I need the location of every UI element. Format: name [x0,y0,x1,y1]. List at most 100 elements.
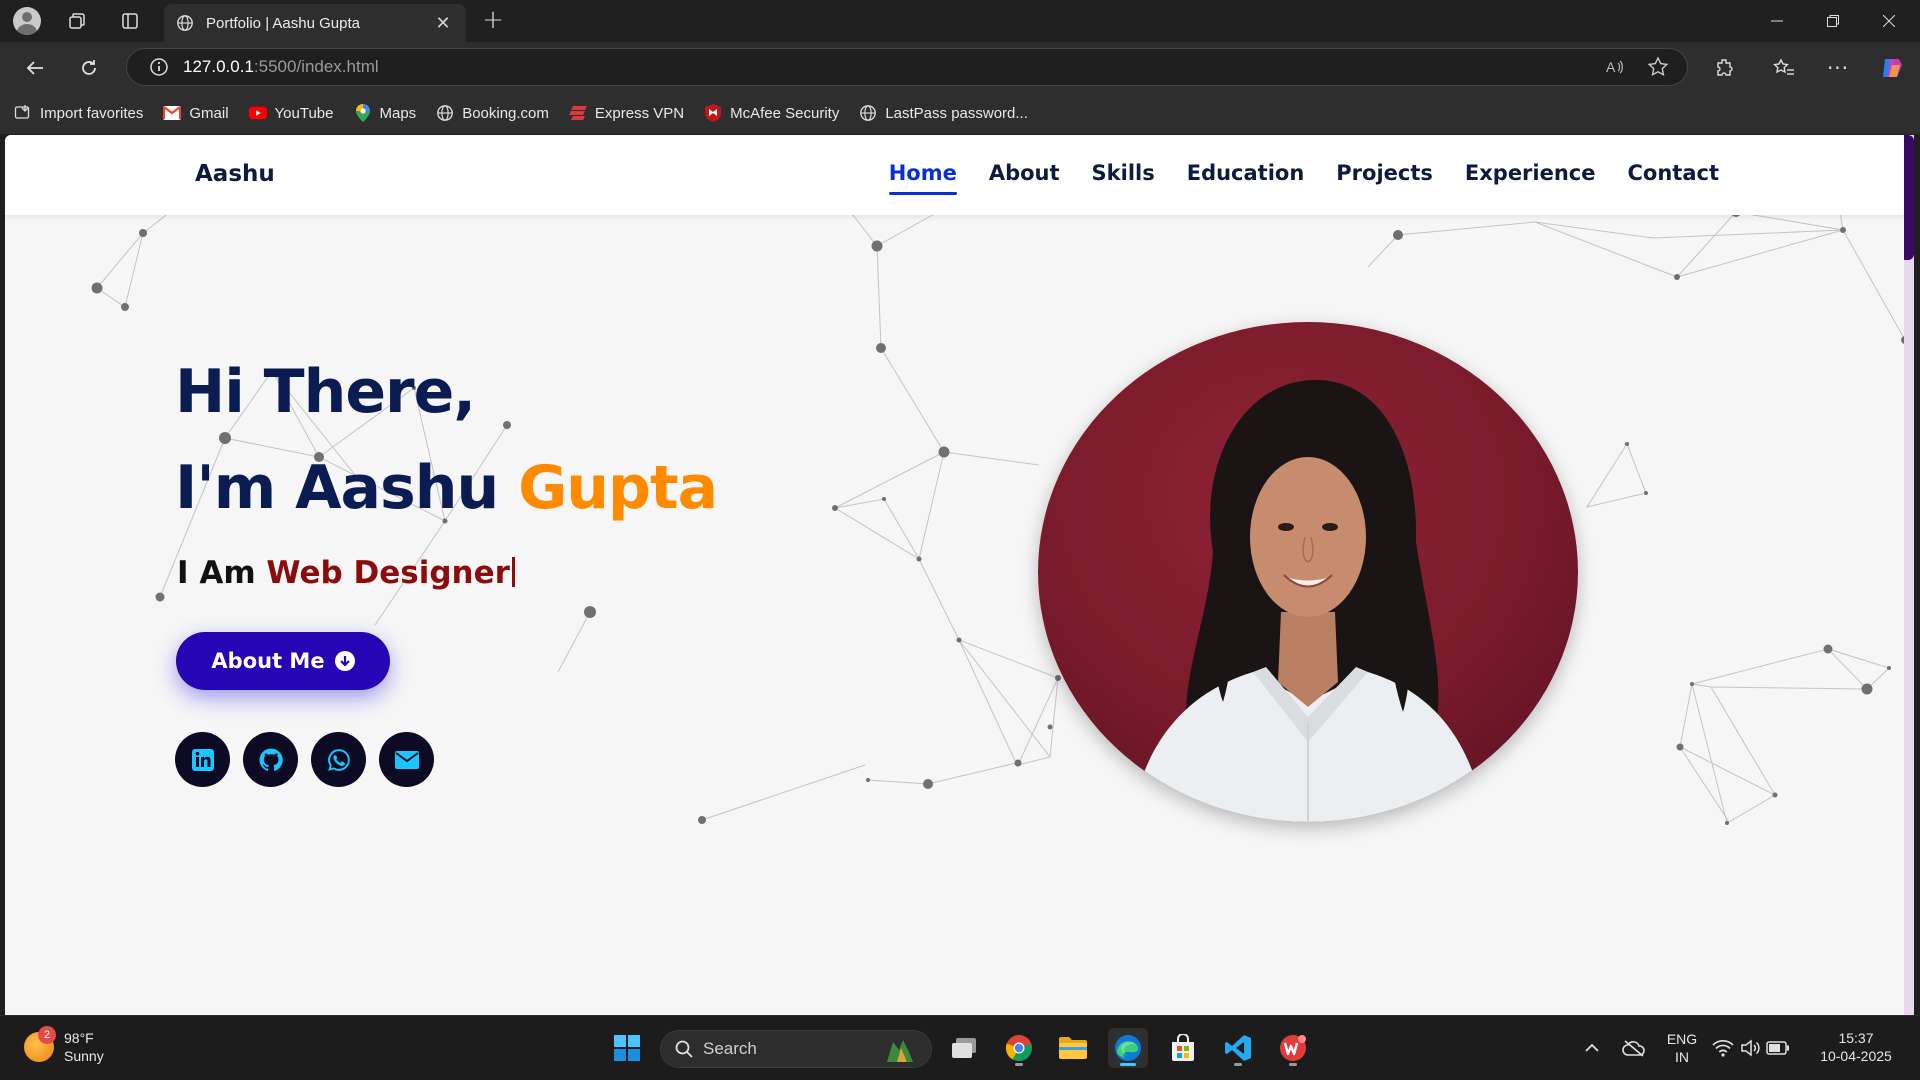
nav-about[interactable]: About [989,161,1060,191]
close-window-button[interactable] [1866,0,1912,42]
linkedin-button[interactable] [175,732,230,787]
social-links [175,732,447,787]
profile-avatar-icon [13,7,41,35]
clock[interactable]: 15:37 10-04-2025 [1810,1029,1902,1065]
fav-expressvpn[interactable]: Express VPN [568,104,684,122]
taskbar-microsoft-store[interactable] [1163,1028,1203,1068]
wifi-icon [1712,1039,1734,1057]
fav-booking[interactable]: Booking.com [436,104,549,122]
linkedin-icon [191,748,214,771]
mcafee-icon [704,104,722,122]
taskbar-edge[interactable] [1108,1028,1148,1068]
vertical-tabs-button[interactable] [115,6,145,36]
wps-office-icon [1280,1035,1306,1061]
close-tab-icon[interactable]: ✕ [432,13,454,34]
globe-icon [436,104,454,122]
fav-gmail[interactable]: Gmail [163,104,229,122]
fav-maps[interactable]: Maps [354,104,416,122]
weather-temp: 98°F [64,1030,94,1046]
workspaces-button[interactable] [62,6,92,36]
windows-logo-icon [614,1035,640,1061]
fav-import-favorites[interactable]: Import favorites [14,104,143,122]
taskbar-chrome[interactable] [999,1028,1039,1068]
whatsapp-button[interactable] [311,732,366,787]
search-icon [675,1040,693,1058]
hero-typing-text: I Am Web Designer [177,555,515,591]
running-indicator [1289,1063,1297,1066]
github-button[interactable] [243,732,298,787]
fav-lastpass[interactable]: LastPass password... [859,104,1028,122]
nav-home[interactable]: Home [888,161,957,195]
restore-button[interactable] [1810,0,1856,42]
taskbar-wps-office[interactable] [1273,1028,1313,1068]
clock-time: 15:37 [1838,1030,1874,1046]
copilot-button[interactable] [1875,51,1909,85]
taskbar-file-explorer[interactable] [1053,1028,1093,1068]
browser-title-bar: Portfolio | Aashu Gupta ✕ + [0,0,1920,42]
page-scrollbar[interactable] [1904,135,1914,1015]
taskbar-task-view[interactable] [944,1028,984,1068]
taskbar-search[interactable]: Search [660,1030,932,1068]
hero-role: Web Designer [266,555,510,591]
language-indicator[interactable]: ENG IN [1664,1030,1700,1066]
more-dots-icon: ··· [1826,56,1850,80]
email-button[interactable] [379,732,434,787]
new-tab-button[interactable]: + [478,6,508,36]
nav-education[interactable]: Education [1187,161,1305,191]
sun-icon: 2 [24,1026,56,1062]
fav-youtube[interactable]: YouTube [248,104,334,122]
globe-icon [859,104,877,122]
hero-name: I'm Aashu Gupta [175,453,718,523]
quick-settings-button[interactable] [1706,1028,1796,1068]
nav-experience[interactable]: Experience [1465,161,1596,191]
running-indicator [1015,1063,1023,1066]
search-placeholder: Search [703,1039,757,1058]
typing-cursor [511,557,515,587]
back-button[interactable] [18,51,52,85]
favorites-button[interactable] [1767,51,1801,85]
tab-portfolio[interactable]: Portfolio | Aashu Gupta ✕ [164,4,466,42]
url-text[interactable]: 127.0.0.1:5500/index.html [183,57,379,77]
clock-date: 10-04-2025 [1820,1048,1892,1064]
read-aloud-icon[interactable]: A [1605,57,1625,77]
about-me-button[interactable]: About Me [176,632,390,690]
show-hidden-icons-button[interactable] [1572,1028,1612,1068]
fav-mcafee[interactable]: McAfee Security [704,104,839,122]
page-viewport: Aashu Home About Skills Education Projec… [5,135,1914,1015]
minimize-button[interactable] [1754,0,1800,42]
more-options-button[interactable]: ··· [1821,51,1855,85]
taskbar-vscode[interactable] [1218,1028,1258,1068]
close-icon [1883,15,1895,27]
folder-icon [1059,1037,1087,1059]
globe-icon [177,15,193,31]
youtube-icon [248,104,267,122]
edge-icon [1115,1035,1141,1061]
nav-skills[interactable]: Skills [1092,161,1155,191]
back-arrow-icon [26,61,43,75]
profile-button[interactable] [12,6,42,36]
onedrive-button[interactable] [1614,1028,1654,1068]
favorite-star-icon[interactable] [1647,56,1669,78]
windows-taskbar: 2 98°F Sunny Search ENG IN 15:37 10-04-2… [0,1015,1920,1080]
github-icon [259,748,283,771]
site-logo[interactable]: Aashu [195,161,275,187]
svg-text:A: A [1606,59,1616,75]
running-indicator [1234,1063,1242,1066]
site-info-icon[interactable] [149,57,169,77]
extensions-icon [1717,59,1733,76]
extensions-button[interactable] [1708,51,1742,85]
refresh-button[interactable] [72,51,106,85]
nav-projects[interactable]: Projects [1336,161,1433,191]
start-button[interactable] [607,1028,647,1068]
arrow-down-circle-icon [334,651,355,671]
address-bar[interactable]: 127.0.0.1:5500/index.html A [126,48,1688,86]
hero-name-accent: Gupta [518,453,718,523]
expressvpn-icon [568,104,587,122]
import-icon [14,104,32,122]
task-view-icon [952,1038,976,1058]
whatsapp-icon [327,748,350,771]
scrollbar-thumb[interactable] [1904,135,1914,260]
weather-widget[interactable]: 2 98°F Sunny [24,1026,104,1065]
nav-contact[interactable]: Contact [1628,161,1720,191]
tab-title: Portfolio | Aashu Gupta [206,14,360,32]
